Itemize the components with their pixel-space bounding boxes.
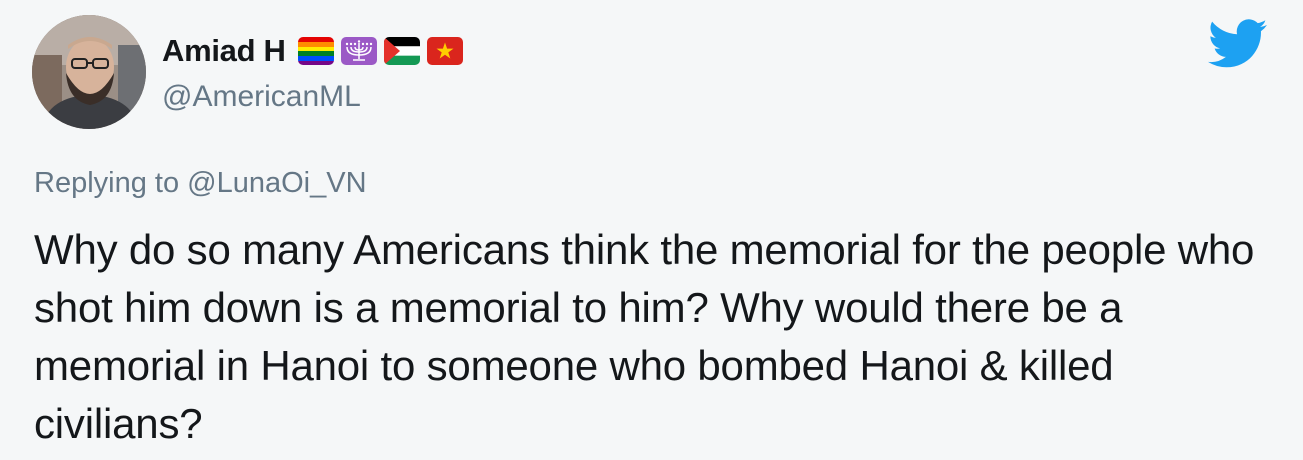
menorah-icon xyxy=(340,37,377,65)
palestine-flag-icon xyxy=(383,37,420,65)
replying-prefix: Replying to xyxy=(34,167,180,199)
display-name[interactable]: Amiad H xyxy=(162,33,286,69)
tweet-card: Amiad H @AmericanML Replying to @LunaOi_… xyxy=(0,0,1303,460)
vietnam-flag-icon xyxy=(426,37,463,65)
rainbow-flag-icon xyxy=(297,37,334,65)
replying-to-handle[interactable]: @LunaOi_VN xyxy=(187,167,366,199)
twitter-bird-icon[interactable] xyxy=(1208,18,1268,70)
tweet-text: Why do so many Americans think the memor… xyxy=(34,226,1255,447)
flag-emojis xyxy=(297,37,463,65)
author-name-row: Amiad H xyxy=(162,28,463,74)
avatar[interactable] xyxy=(32,15,146,129)
user-handle[interactable]: @AmericanML xyxy=(162,80,361,114)
replying-to: Replying to @LunaOi_VN xyxy=(34,167,367,200)
